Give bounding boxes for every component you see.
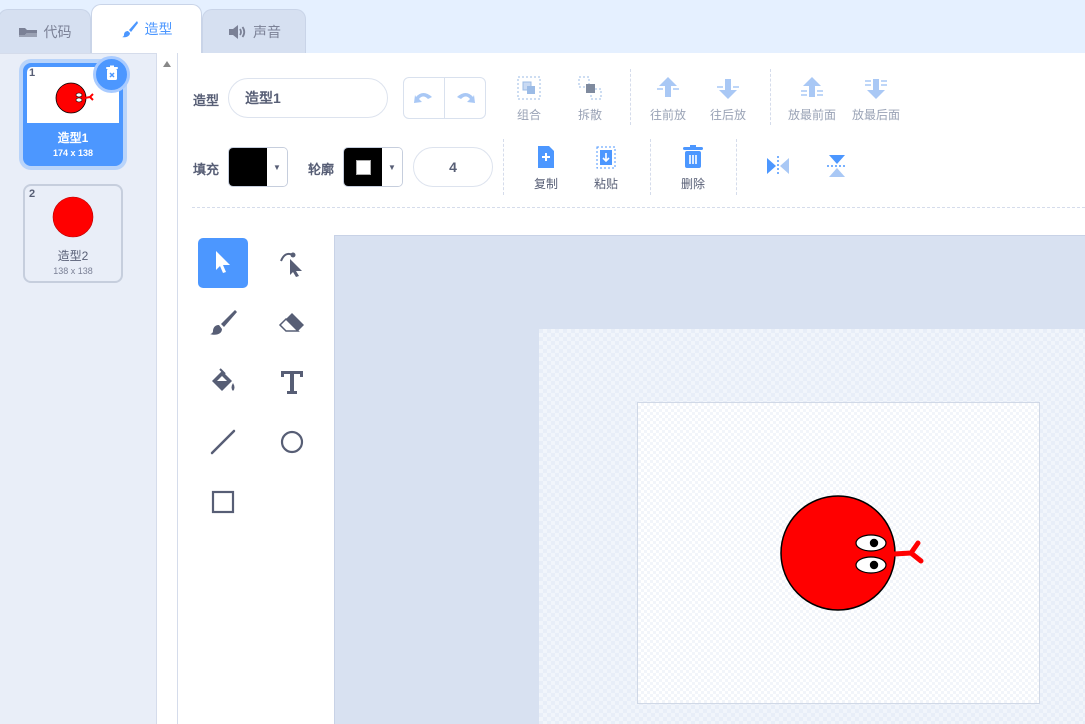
undo-icon: [413, 89, 435, 108]
group-label: 组合: [516, 108, 541, 122]
line-icon: [208, 427, 238, 460]
outline-label: 轮廓: [308, 162, 335, 177]
flip-vertical-icon: [821, 150, 853, 182]
scroll-up-arrow-icon[interactable]: [163, 61, 171, 67]
toolbar-divider: [770, 69, 771, 125]
flip-vertical-button[interactable]: [821, 150, 853, 182]
send-to-back-button[interactable]: 放最后面: [852, 72, 900, 123]
rectangle-tool[interactable]: [198, 478, 248, 528]
flip-horizontal-button[interactable]: [762, 150, 794, 182]
outline-width-input[interactable]: 4: [413, 147, 493, 187]
undo-button[interactable]: [404, 78, 444, 118]
text-icon: [278, 368, 306, 399]
sprite-drawing[interactable]: [638, 403, 1041, 705]
fill-tool[interactable]: [198, 358, 248, 408]
bring-to-front-button[interactable]: 放最前面: [788, 72, 836, 123]
tab-sounds-label: 声音: [253, 23, 281, 40]
text-tool[interactable]: [267, 358, 317, 408]
tab-costumes[interactable]: 造型: [91, 4, 202, 53]
fill-color-swatch: [229, 148, 267, 186]
dropdown-arrow-icon: ▼: [267, 148, 287, 186]
rectangle-icon: [208, 487, 238, 520]
backward-button[interactable]: 往后放: [710, 72, 746, 123]
trash-icon: [677, 141, 709, 173]
line-tool[interactable]: [198, 418, 248, 468]
toolbar-bottom-divider: [192, 207, 1085, 208]
copy-icon: [530, 141, 562, 173]
speaker-icon: [227, 24, 247, 40]
backward-label: 往后放: [710, 108, 747, 122]
costume-size: 174 x 138: [52, 148, 94, 158]
paste-label: 粘贴: [593, 177, 618, 191]
costume-name: 造型1: [57, 131, 89, 145]
ungroup-icon: [574, 72, 606, 104]
redo-button[interactable]: [444, 78, 485, 118]
paste-button[interactable]: 粘贴: [590, 141, 622, 192]
paste-icon: [590, 141, 622, 173]
costume-item-1[interactable]: 1 造型1 174 x 138: [23, 56, 130, 166]
outline-color-picker[interactable]: ▼: [343, 147, 403, 187]
copy-button[interactable]: 复制: [530, 141, 562, 192]
outline-color-swatch: [344, 148, 382, 186]
brush-icon: [208, 307, 238, 340]
toolbar-divider: [503, 139, 504, 195]
reshape-tool[interactable]: [267, 238, 317, 288]
tab-costumes-label: 造型: [144, 21, 173, 37]
costume-bounds[interactable]: [637, 402, 1040, 704]
flip-horizontal-icon: [762, 150, 794, 182]
tab-code[interactable]: 代码: [0, 9, 91, 53]
ungroup-label: 拆散: [577, 108, 602, 122]
delete-costume-button[interactable]: [93, 56, 130, 93]
trash-icon: [104, 65, 120, 84]
costume-name-label: 造型: [193, 93, 220, 108]
tab-code-label: 代码: [43, 23, 72, 40]
sprite-thumbnail: [52, 196, 94, 238]
eraser-icon: [277, 307, 307, 340]
arrow-up-icon: [652, 72, 684, 104]
code-icon: [18, 25, 38, 39]
eraser-tool[interactable]: [267, 298, 317, 348]
fill-color-picker[interactable]: ▼: [228, 147, 288, 187]
select-tool[interactable]: [198, 238, 248, 288]
group-icon: [513, 72, 545, 104]
fill-label: 填充: [193, 162, 220, 177]
forward-label: 往前放: [650, 108, 687, 122]
toolbar-divider: [736, 139, 737, 195]
dropdown-arrow-icon: ▼: [382, 148, 402, 186]
paint-bucket-icon: [208, 367, 238, 400]
costume-item-2[interactable]: 2 造型2 138 x 138: [23, 184, 123, 283]
forward-button[interactable]: 往前放: [650, 72, 686, 123]
canvas-work-area[interactable]: [539, 329, 1085, 724]
costume-index: 1: [29, 67, 36, 79]
costume-list: 1 造型1 174 x 138 2 造型2 138 x 138: [0, 53, 156, 724]
send-to-back-icon: [860, 72, 892, 104]
costume-name-input[interactable]: 造型1: [228, 78, 388, 118]
circle-icon: [277, 427, 307, 460]
tab-bar: 代码 造型 声音: [0, 0, 1085, 53]
toolbar-divider: [630, 69, 631, 125]
delete-button[interactable]: 删除: [677, 141, 709, 192]
redo-icon: [454, 89, 476, 108]
brush-tool[interactable]: [198, 298, 248, 348]
costume-name: 造型2: [57, 249, 89, 263]
reshape-icon: [277, 247, 307, 280]
send-to-back-label: 放最后面: [852, 108, 901, 122]
tab-sounds[interactable]: 声音: [202, 9, 306, 53]
bring-to-front-label: 放最前面: [788, 108, 837, 122]
bring-to-front-icon: [796, 72, 828, 104]
paint-editor: 造型 造型1 组合 拆散 往前放 往后放 放最前面 放最后面 填充 ▼ 轮廓 ▼…: [178, 53, 1085, 724]
toolbar-divider: [650, 139, 651, 195]
undo-redo-group: [403, 77, 486, 119]
costume-list-scrollbar[interactable]: [156, 53, 178, 724]
brush-icon: [121, 20, 139, 38]
copy-label: 复制: [533, 177, 558, 191]
ungroup-button[interactable]: 拆散: [574, 72, 606, 123]
select-arrow-icon: [212, 249, 234, 278]
arrow-down-icon: [712, 72, 744, 104]
delete-label: 删除: [680, 177, 705, 191]
circle-tool[interactable]: [267, 418, 317, 468]
costume-size: 138 x 138: [53, 266, 93, 276]
paint-canvas[interactable]: [334, 235, 1085, 724]
group-button[interactable]: 组合: [513, 72, 545, 123]
